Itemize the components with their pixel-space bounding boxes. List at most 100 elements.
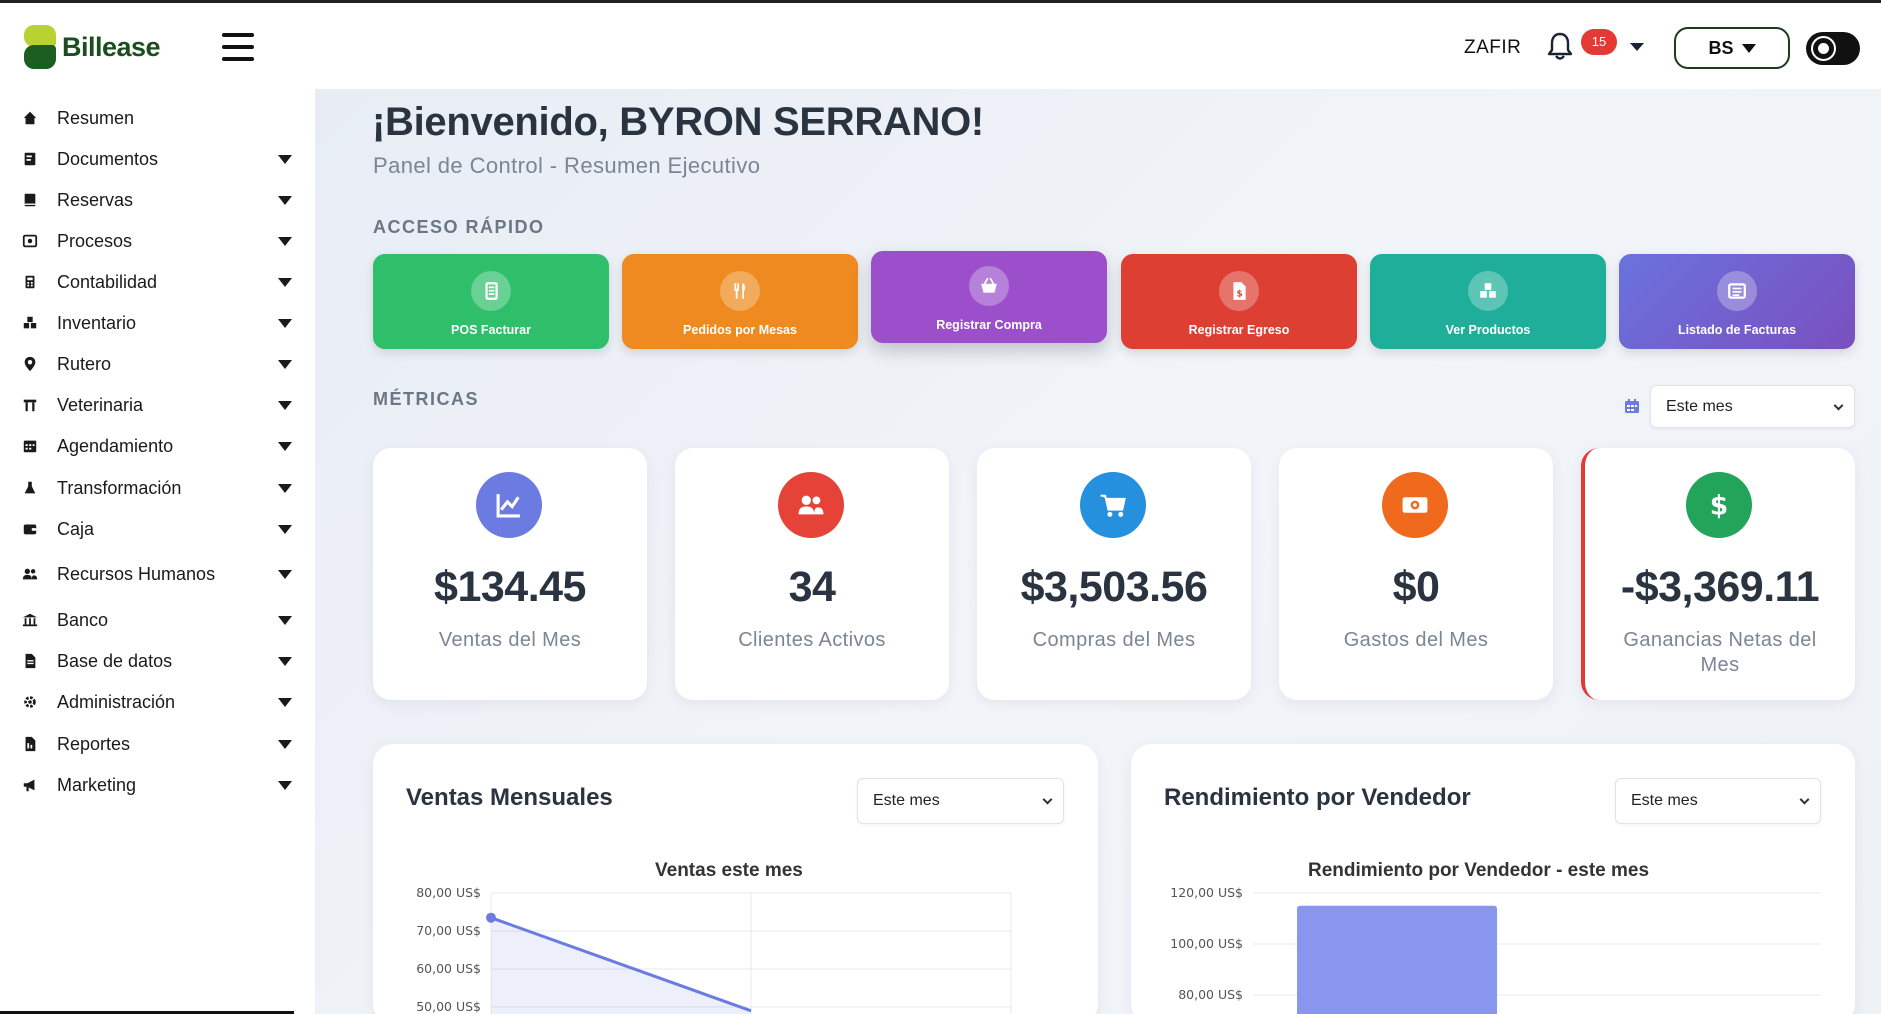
metric-value: $134.45: [434, 563, 586, 611]
chevron-down-icon: [1042, 794, 1053, 805]
user-initials: BS: [1708, 37, 1734, 58]
theme-toggle[interactable]: [1806, 32, 1860, 65]
quick-action-listado-de-facturas[interactable]: Listado de Facturas: [1619, 254, 1855, 349]
seller-bar[interactable]: [1297, 905, 1497, 1014]
book-icon: [21, 191, 39, 209]
sidebar-item-label: Resumen: [57, 107, 135, 128]
chevron-down-icon[interactable]: [278, 195, 292, 205]
sidebar-item-label: Reservas: [57, 189, 134, 210]
metric-value: 34: [788, 563, 836, 611]
chevron-down-icon[interactable]: [278, 236, 292, 246]
megaphone-icon: [21, 776, 39, 794]
brand-name: Billease: [62, 31, 161, 62]
quick-action-registrar-compra[interactable]: Registrar Compra: [871, 251, 1107, 343]
chevron-down-icon[interactable]: [278, 359, 292, 369]
sidebar-item-label: Rutero: [57, 353, 112, 374]
y-tick-label: 60,00 US$: [416, 961, 481, 976]
metric-card: 34 Clientes Activos: [675, 448, 949, 700]
chevron-down-icon[interactable]: [278, 154, 292, 164]
user-menu-button[interactable]: BS: [1674, 27, 1790, 69]
metric-card: $ -$3,369.11 Ganancias Netas del Mes: [1581, 448, 1855, 700]
quick-access-heading: ACCESO RÁPIDO: [373, 217, 545, 237]
metric-label: Ganancias Netas del Mes: [1623, 629, 1817, 676]
chevron-down-icon[interactable]: [278, 318, 292, 328]
sidebar-item-caja[interactable]: Caja: [0, 510, 315, 548]
sales-line-chart: 80,00 US$ 70,00 US$ 60,00 US$ 50,00 US$: [416, 885, 1012, 1014]
wallet-icon: [21, 520, 39, 538]
sidebar-item-contabilidad[interactable]: Contabilidad: [0, 263, 315, 301]
metric-card: $3,503.56 Compras del Mes: [977, 448, 1251, 700]
notifications-caret-icon[interactable]: [1630, 43, 1644, 51]
sales-chart-panel: Ventas Mensuales Este mes Ventas este me…: [373, 744, 1098, 1014]
calendar-icon: [21, 437, 39, 455]
sidebar-item-marketing[interactable]: Marketing: [0, 766, 315, 804]
quick-action-registrar-egreso[interactable]: $ Registrar Egreso: [1121, 254, 1357, 349]
sidebar-item-label: Recursos Humanos: [57, 563, 216, 584]
y-tick-label: 80,00 US$: [1178, 987, 1243, 1002]
sales-range-select[interactable]: Este mes: [857, 778, 1064, 824]
sidebar-item-administración[interactable]: Administración: [0, 683, 315, 721]
sidebar-item-agendamiento[interactable]: Agendamiento: [0, 427, 315, 465]
chevron-down-icon[interactable]: [278, 400, 292, 410]
y-tick-label: 50,00 US$: [416, 999, 481, 1014]
chevron-down-icon[interactable]: [278, 441, 292, 451]
sidebar-item-documentos[interactable]: Documentos: [0, 140, 315, 178]
bank-icon: [21, 611, 39, 629]
metric-label: Ventas del Mes: [438, 629, 582, 651]
chevron-down-icon[interactable]: [278, 780, 292, 790]
sidebar-item-reservas[interactable]: Reservas: [0, 181, 315, 219]
quick-action-pos-facturar[interactable]: POS Facturar: [373, 254, 609, 349]
users-icon: [778, 472, 844, 538]
boxes-icon: [1468, 270, 1508, 311]
sidebar-item-label: Base de datos: [57, 650, 173, 671]
chevron-down-icon[interactable]: [278, 569, 292, 579]
data-point[interactable]: [486, 912, 496, 923]
sidebar-item-label: Agendamiento: [57, 435, 174, 456]
sidebar-item-transformación[interactable]: Transformación: [0, 469, 315, 507]
notification-badge[interactable]: 15: [1581, 29, 1617, 55]
brand-logo-icon: [24, 25, 56, 69]
menu-toggle-icon[interactable]: [222, 33, 254, 61]
sidebar-item-reportes[interactable]: Reportes: [0, 725, 315, 763]
torii-icon: [21, 396, 39, 414]
money-file-icon: $: [1219, 270, 1259, 311]
sidebar-item-resumen[interactable]: Resumen: [0, 99, 315, 137]
chevron-down-icon[interactable]: [278, 615, 292, 625]
basket-icon: [969, 266, 1009, 306]
quick-action-pedidos-por-mesas[interactable]: Pedidos por Mesas: [622, 254, 858, 349]
sidebar-item-veterinaria[interactable]: Veterinaria: [0, 386, 315, 424]
sidebar-item-recursos-humanos[interactable]: Recursos Humanos: [0, 555, 315, 593]
sidebar-item-rutero[interactable]: Rutero: [0, 345, 315, 383]
dollar-icon: $: [1686, 472, 1752, 538]
quick-action-ver-productos[interactable]: Ver Productos: [1370, 254, 1606, 349]
utensils-icon: [720, 270, 760, 311]
sidebar-item-label: Marketing: [57, 774, 137, 795]
chevron-down-icon[interactable]: [278, 277, 292, 287]
chevron-down-icon[interactable]: [278, 524, 292, 534]
sidebar-item-banco[interactable]: Banco: [0, 601, 315, 639]
metric-value: -$3,369.11: [1620, 563, 1820, 611]
company-name: ZAFIR: [1464, 37, 1522, 58]
sidebar-item-base-de-datos[interactable]: Base de datos: [0, 642, 315, 680]
cart-icon: [1080, 472, 1146, 538]
report-icon: [21, 735, 39, 753]
brand[interactable]: Billease: [24, 25, 161, 69]
chevron-down-icon[interactable]: [278, 656, 292, 666]
sidebar-item-inventario[interactable]: Inventario: [0, 304, 315, 342]
flask-icon: [21, 479, 39, 497]
seller-range-select[interactable]: Este mes: [1615, 778, 1821, 824]
metrics-range-select[interactable]: Este mes: [1650, 385, 1855, 428]
page-subtitle: Panel de Control - Resumen Ejecutivo: [373, 153, 761, 178]
seller-range-value: Este mes: [1631, 792, 1698, 809]
sidebar-item-label: Administración: [57, 691, 176, 712]
document-icon: [21, 150, 39, 168]
chevron-down-icon[interactable]: [278, 697, 292, 707]
bell-icon[interactable]: [1546, 31, 1574, 61]
cash-icon: [1382, 472, 1448, 538]
sidebar-item-procesos[interactable]: Procesos: [0, 222, 315, 260]
seller-chart-panel: Rendimiento por Vendedor Este mes Rendim…: [1131, 744, 1855, 1014]
quick-action-label: Ver Productos: [1445, 322, 1531, 337]
sun-icon: [1811, 36, 1836, 61]
chevron-down-icon[interactable]: [278, 739, 292, 749]
chevron-down-icon[interactable]: [278, 483, 292, 493]
